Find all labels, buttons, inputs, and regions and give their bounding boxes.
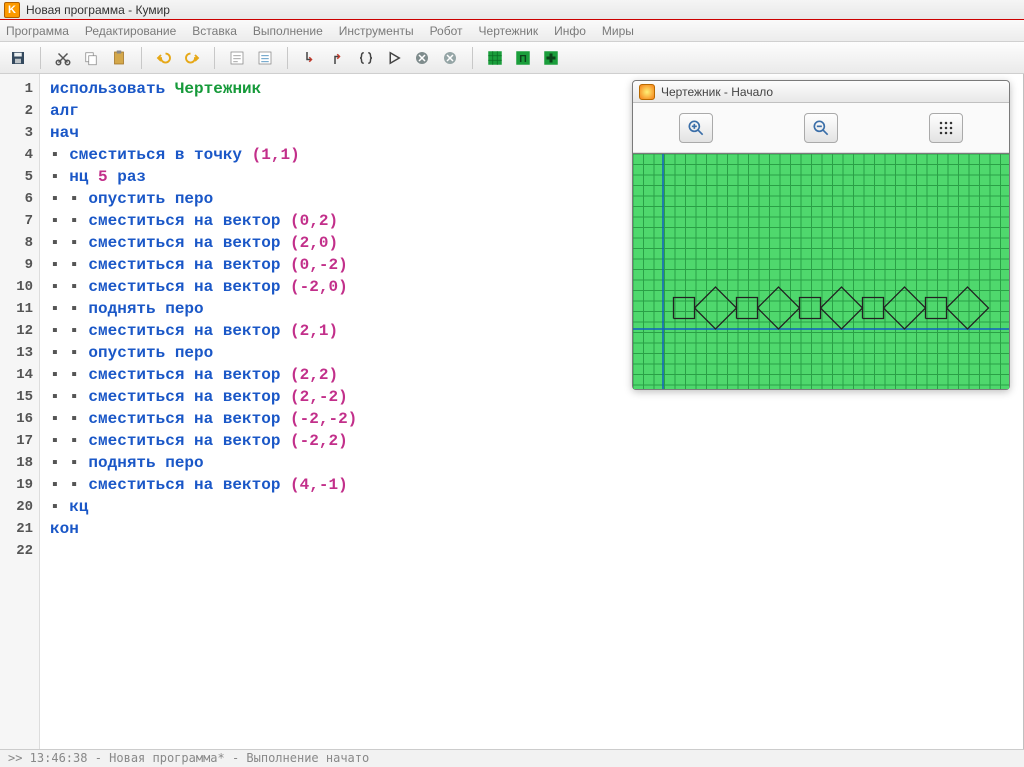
titlebar: K Новая программа - Кумир xyxy=(0,0,1024,20)
window-title: Новая программа - Кумир xyxy=(26,3,170,17)
cut-icon[interactable] xyxy=(51,46,75,70)
close-icon[interactable] xyxy=(438,46,462,70)
drawer-title-text: Чертежник - Начало xyxy=(661,85,773,99)
zoom-out-icon[interactable] xyxy=(804,113,838,143)
menu-drawer[interactable]: Чертежник xyxy=(479,24,539,38)
stop-icon[interactable] xyxy=(410,46,434,70)
menu-tools[interactable]: Инструменты xyxy=(339,24,414,38)
redo-icon[interactable] xyxy=(180,46,204,70)
menu-insert[interactable]: Вставка xyxy=(192,24,237,38)
grid-green-icon[interactable] xyxy=(483,46,507,70)
menubar: Программа Редактирование Вставка Выполне… xyxy=(0,20,1024,42)
line-gutter: 12345678910111213141516171819202122 xyxy=(0,74,40,749)
drawer-canvas[interactable] xyxy=(633,153,1009,389)
braces-icon[interactable] xyxy=(354,46,378,70)
delete-line-icon[interactable] xyxy=(253,46,277,70)
drawer-toolbar xyxy=(633,103,1009,153)
drawer-titlebar[interactable]: Чертежник - Начало xyxy=(633,81,1009,103)
menu-robot[interactable]: Робот xyxy=(430,24,463,38)
menu-worlds[interactable]: Миры xyxy=(602,24,634,38)
step-over-icon[interactable] xyxy=(326,46,350,70)
insert-line-icon[interactable] xyxy=(225,46,249,70)
app-icon: K xyxy=(4,2,20,18)
run-icon[interactable] xyxy=(382,46,406,70)
drawer-window[interactable]: Чертежник - Начало xyxy=(632,80,1010,390)
menu-edit[interactable]: Редактирование xyxy=(85,24,176,38)
drawer-app-icon xyxy=(639,84,655,100)
zoom-in-icon[interactable] xyxy=(679,113,713,143)
undo-icon[interactable] xyxy=(152,46,176,70)
grid-plus-icon[interactable] xyxy=(539,46,563,70)
main-window: K Новая программа - Кумир Программа Реда… xyxy=(0,0,1024,767)
grid-toggle-icon[interactable] xyxy=(929,113,963,143)
menu-info[interactable]: Инфо xyxy=(554,24,586,38)
save-icon[interactable] xyxy=(6,46,30,70)
toolbar: П xyxy=(0,42,1024,74)
menu-run[interactable]: Выполнение xyxy=(253,24,323,38)
step-into-icon[interactable] xyxy=(298,46,322,70)
statusbar: >> 13:46:38 - Новая программа* - Выполне… xyxy=(0,749,1024,767)
copy-icon[interactable] xyxy=(79,46,103,70)
menu-program[interactable]: Программа xyxy=(6,24,69,38)
paste-icon[interactable] xyxy=(107,46,131,70)
svg-text:П: П xyxy=(519,52,527,64)
grid-p-icon[interactable]: П xyxy=(511,46,535,70)
